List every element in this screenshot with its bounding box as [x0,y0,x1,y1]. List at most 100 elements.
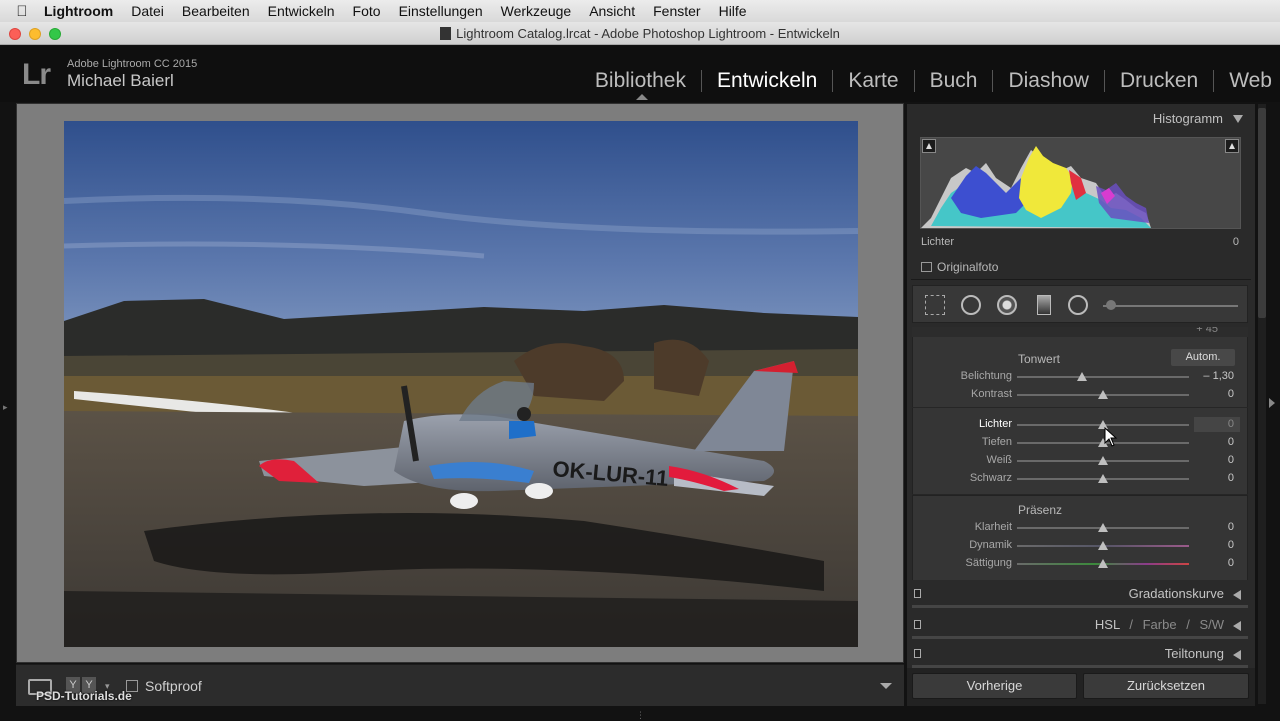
highlight-clipping-button[interactable] [1225,139,1239,153]
softproof-label: Softproof [145,678,202,694]
top-panel: Lr Adobe Lightroom CC 2015 Michael Baier… [0,46,1280,102]
reset-button[interactable]: Zurücksetzen [1083,673,1249,699]
tint-row-cut: + 45 [912,327,1248,337]
module-bibliothek[interactable]: Bibliothek [580,70,702,92]
airplane-photo: OK-LUR-11 [64,121,858,647]
slider-knob[interactable] [1098,541,1108,550]
graduated-filter-icon[interactable] [1037,295,1051,315]
slider-value[interactable]: – 1,30 [1203,370,1234,382]
hsl-tab[interactable]: HSL [1095,617,1120,632]
menu-werkzeuge[interactable]: Werkzeuge [501,3,572,19]
section-hsl[interactable]: HSL / Farbe / S/W [912,611,1248,639]
histogram-header[interactable]: Histogramm [907,104,1255,132]
apple-icon[interactable]:  [0,3,44,20]
panel-switch[interactable] [914,649,921,658]
zoom-window-button[interactable] [49,28,61,40]
menu-bearbeiten[interactable]: Bearbeiten [182,3,250,19]
section-split-toning[interactable]: Teiltonung [912,640,1248,668]
watermark: PSD-Tutorials.de [36,689,132,703]
slider-row-shadows[interactable]: Tiefen 0 [912,434,1248,452]
histogram[interactable] [920,137,1241,229]
slider-label: Weiß [986,454,1012,466]
slider-row-exposure[interactable]: Belichtung – 1,30 [912,368,1248,386]
minimize-window-button[interactable] [29,28,41,40]
crop-tool-icon[interactable] [925,295,945,315]
slider-label: Tiefen [981,436,1012,448]
menu-hilfe[interactable]: Hilfe [719,3,747,19]
slider-label: Dynamik [969,539,1012,551]
menu-foto[interactable]: Foto [353,3,381,19]
panel-switch[interactable] [914,620,921,629]
panel-switch[interactable] [914,589,921,598]
expand-triangle-icon[interactable] [1233,590,1241,600]
menu-app[interactable]: Lightroom [44,3,113,19]
histogram-info-label: Lichter [921,236,955,248]
slider-row-vibrance[interactable]: Dynamik 0 [912,537,1248,555]
module-drucken[interactable]: Drucken [1105,70,1215,92]
slider-value[interactable]: 0 [1228,388,1234,400]
slider-value[interactable]: 0 [1228,472,1234,484]
slider-row-clarity[interactable]: Klarheit 0 [912,519,1248,537]
menu-fenster[interactable]: Fenster [653,3,700,19]
slider-knob[interactable] [1098,456,1108,465]
slider-value[interactable]: 0 [1228,521,1234,533]
collapse-top-panel-icon[interactable] [636,94,648,100]
right-panel-toggle-icon[interactable] [1269,398,1275,408]
menu-entwickeln[interactable]: Entwickeln [268,3,335,19]
radial-filter-icon[interactable] [1068,295,1088,315]
module-buch[interactable]: Buch [915,70,994,92]
slider-value[interactable]: 0 [1228,436,1234,448]
close-window-button[interactable] [9,28,21,40]
color-tab[interactable]: Farbe [1143,617,1177,632]
slider-row-blacks[interactable]: Schwarz 0 [912,470,1248,488]
previous-button[interactable]: Vorherige [912,673,1077,699]
module-karte[interactable]: Karte [833,70,915,92]
brush-slider[interactable] [1103,305,1238,307]
section-tone-curve[interactable]: Gradationskurve [912,580,1248,608]
presence-group-title: Präsenz [1018,503,1063,517]
original-photo-checkbox[interactable] [921,262,932,272]
menu-datei[interactable]: Datei [131,3,164,19]
slider-row-contrast[interactable]: Kontrast 0 [912,386,1248,404]
module-entwickeln[interactable]: Entwickeln [702,70,834,92]
toolbar-menu-icon[interactable] [880,683,892,689]
slider-value[interactable]: 0 [1228,454,1234,466]
slider-knob[interactable] [1098,523,1108,532]
shadow-clipping-button[interactable] [922,139,936,153]
module-web[interactable]: Web [1214,70,1280,92]
slider-row-whites[interactable]: Weiß 0 [912,452,1248,470]
slider-knob[interactable] [1098,390,1108,399]
module-picker: Bibliothek Entwickeln Karte Buch Diashow… [580,70,1280,92]
brush-slider-knob[interactable] [1106,300,1116,310]
red-eye-icon[interactable] [997,295,1017,315]
slider-row-highlights[interactable]: Lichter 0 [912,416,1248,434]
auto-tone-button[interactable]: Autom. [1171,349,1235,366]
slider-row-saturation[interactable]: Sättigung 0 [912,555,1248,573]
slider-value[interactable]: 0 [1228,539,1234,551]
slider-track[interactable] [1017,376,1189,378]
slider-knob[interactable] [1098,474,1108,483]
scrollbar-thumb[interactable] [1258,108,1266,318]
module-diashow[interactable]: Diashow [993,70,1105,92]
lightroom-logo: Lr [22,58,51,91]
identity-name: Michael Baierl [67,71,174,90]
right-panel: Histogramm Lichter 0 Originalfoto + 45 T… [907,104,1255,704]
left-panel-toggle-icon[interactable]: ▸ [3,402,8,413]
slider-value[interactable]: 0 [1228,418,1234,430]
menu-ansicht[interactable]: Ansicht [589,3,635,19]
section-title: Teiltonung [1164,646,1224,661]
slider-knob[interactable] [1098,559,1108,568]
expand-triangle-icon[interactable] [1233,621,1241,631]
slider-value[interactable]: 0 [1228,557,1234,569]
slider-knob[interactable] [1077,372,1088,381]
spot-removal-icon[interactable] [961,295,981,315]
bw-tab[interactable]: S/W [1199,617,1224,632]
photo-preview[interactable]: OK-LUR-11 [64,121,858,647]
filmstrip-toggle-icon[interactable]: ⋮ [636,710,645,721]
histogram-info-value: 0 [1232,236,1239,248]
tint-value: + 45 [1196,327,1218,335]
collapse-triangle-icon[interactable] [1233,115,1243,123]
menu-einstellungen[interactable]: Einstellungen [399,3,483,19]
expand-triangle-icon[interactable] [1233,650,1241,660]
section-title: HSL / Farbe / S/W [1089,617,1224,632]
